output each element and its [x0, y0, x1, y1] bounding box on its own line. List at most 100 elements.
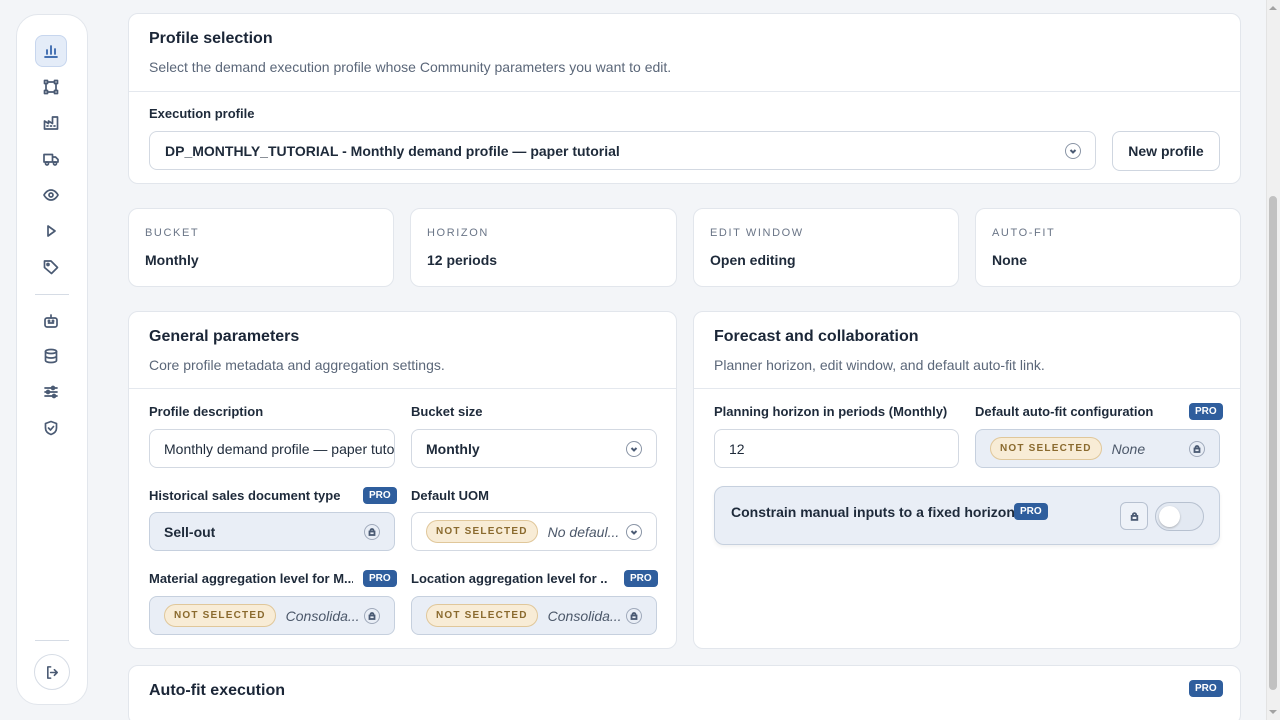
card-divider: [129, 91, 1240, 92]
profile-selection-card: Profile selection Select the demand exec…: [128, 13, 1241, 184]
sidebar-divider: [35, 640, 69, 641]
pro-badge: PRO: [624, 570, 658, 587]
stat-value: 12 periods: [427, 252, 498, 268]
forecast-collaboration-title: Forecast and collaboration: [714, 328, 919, 345]
planning-horizon-label: Planning horizon in periods (Monthly): [714, 404, 948, 419]
pro-badge: PRO: [1189, 680, 1223, 697]
scroll-down-arrow-icon[interactable]: [1269, 708, 1277, 716]
material-aggregation-label: Material aggregation level for M...: [149, 571, 353, 586]
constrain-horizon-label: Constrain manual inputs to a fixed horiz…: [731, 504, 1015, 520]
database-icon: [44, 348, 58, 364]
stat-label: HORIZON: [427, 227, 489, 239]
material-aggregation-select[interactable]: NOT SELECTED Consolida...: [149, 596, 395, 635]
default-autofit-label: Default auto-fit configuration: [975, 404, 1154, 419]
stat-card-auto-fit: AUTO-FIT None: [975, 208, 1241, 287]
not-selected-badge: NOT SELECTED: [426, 520, 538, 543]
sidebar-item-pricing[interactable]: [35, 251, 67, 283]
pro-badge: PRO: [1189, 403, 1223, 420]
execution-profile-select[interactable]: DP_MONTHLY_TUTORIAL - Monthly demand pro…: [149, 131, 1096, 170]
bucket-size-select[interactable]: Monthly: [411, 429, 657, 468]
sales-document-type-value: Sell-out: [164, 523, 216, 540]
sidebar-item-analytics[interactable]: [35, 35, 67, 67]
location-aggregation-select[interactable]: NOT SELECTED Consolida...: [411, 596, 657, 635]
stat-label: EDIT WINDOW: [710, 227, 804, 239]
logout-icon: [46, 665, 58, 679]
sidebar-divider: [35, 294, 69, 295]
default-autofit-select[interactable]: NOT SELECTED None: [975, 429, 1220, 468]
shield-check-icon: [44, 420, 58, 436]
chevron-down-icon: [626, 524, 642, 540]
default-autofit-value: None: [1111, 440, 1146, 457]
chevron-down-icon: [626, 441, 642, 457]
lock-icon: [626, 608, 642, 624]
truck-icon: [43, 153, 59, 166]
profile-description-input[interactable]: Monthly demand profile — paper tutorial: [149, 429, 395, 468]
sidebar-item-database[interactable]: [35, 340, 67, 372]
stat-value: Monthly: [145, 252, 199, 268]
stat-card-edit-window: EDIT WINDOW Open editing: [693, 208, 959, 287]
tag-icon: [43, 260, 59, 275]
general-parameters-subtitle: Core profile metadata and aggregation se…: [149, 357, 445, 373]
sales-document-type-select[interactable]: Sell-out: [149, 512, 395, 551]
sidebar-item-monitor[interactable]: [35, 179, 67, 211]
eye-icon: [43, 189, 59, 201]
stat-value: Open editing: [710, 252, 796, 268]
sidebar-item-security[interactable]: [35, 412, 67, 444]
new-profile-button[interactable]: New profile: [1112, 131, 1220, 171]
stat-value: None: [992, 252, 1027, 268]
sidebar-nav: [16, 14, 88, 705]
bucket-size-value: Monthly: [426, 440, 480, 457]
location-aggregation-value: Consolida...: [547, 607, 622, 624]
execution-profile-value: DP_MONTHLY_TUTORIAL - Monthly demand pro…: [165, 142, 620, 159]
scroll-up-arrow-icon[interactable]: [1269, 4, 1277, 12]
network-icon: [43, 79, 59, 95]
stat-label: AUTO-FIT: [992, 227, 1056, 239]
lock-icon: [364, 608, 380, 624]
bucket-size-label: Bucket size: [411, 404, 483, 419]
profile-description-value: Monthly demand profile — paper tutorial: [164, 440, 394, 457]
lock-icon: [364, 524, 380, 540]
profile-selection-title: Profile selection: [149, 30, 273, 47]
play-icon: [47, 225, 56, 237]
forecast-collaboration-subtitle: Planner horizon, edit window, and defaul…: [714, 357, 1045, 373]
profile-selection-subtitle: Select the demand execution profile whos…: [149, 59, 672, 75]
logout-button[interactable]: [34, 654, 70, 690]
default-uom-label: Default UOM: [411, 488, 489, 503]
forecast-collaboration-card: Forecast and collaboration Planner horiz…: [693, 311, 1241, 649]
chevron-down-icon: [1065, 143, 1081, 159]
stat-card-bucket: BUCKET Monthly: [128, 208, 394, 287]
planning-horizon-input[interactable]: 12: [714, 429, 959, 468]
sidebar-item-network[interactable]: [35, 71, 67, 103]
toggle-knob: [1159, 506, 1180, 527]
sidebar-item-settings[interactable]: [35, 376, 67, 408]
autofit-execution-card: Auto-fit execution PRO: [128, 665, 1241, 720]
stat-label: BUCKET: [145, 227, 200, 239]
pro-badge: PRO: [363, 570, 397, 587]
not-selected-badge: NOT SELECTED: [164, 604, 276, 627]
material-aggregation-value: Consolida...: [285, 607, 360, 624]
stat-card-horizon: HORIZON 12 periods: [410, 208, 677, 287]
page-scrollbar[interactable]: [1266, 0, 1280, 720]
default-uom-select[interactable]: NOT SELECTED No defaul...: [411, 512, 657, 551]
execution-profile-label: Execution profile: [149, 106, 255, 121]
autofit-execution-title: Auto-fit execution: [149, 682, 285, 699]
sidebar-item-run[interactable]: [35, 215, 67, 247]
general-parameters-title: General parameters: [149, 328, 300, 345]
sidebar-item-factory[interactable]: [35, 107, 67, 139]
sales-document-type-label: Historical sales document type: [149, 488, 341, 503]
bar-chart-icon: [44, 45, 58, 58]
general-parameters-card: General parameters Core profile metadata…: [128, 311, 677, 649]
constrain-horizon-row: Constrain manual inputs to a fixed horiz…: [714, 486, 1220, 545]
not-selected-badge: NOT SELECTED: [990, 437, 1102, 460]
sidebar-item-assistant[interactable]: [35, 305, 67, 337]
sliders-icon: [44, 385, 58, 399]
default-uom-value: No defaul...: [547, 523, 620, 540]
constrain-horizon-toggle[interactable]: [1155, 502, 1204, 531]
card-divider: [129, 388, 676, 389]
location-aggregation-label: Location aggregation level for ...: [411, 571, 607, 586]
factory-icon: [43, 116, 59, 130]
not-selected-badge: NOT SELECTED: [426, 604, 538, 627]
card-divider: [694, 388, 1240, 389]
scrollbar-thumb[interactable]: [1269, 196, 1277, 690]
sidebar-item-logistics[interactable]: [35, 143, 67, 175]
